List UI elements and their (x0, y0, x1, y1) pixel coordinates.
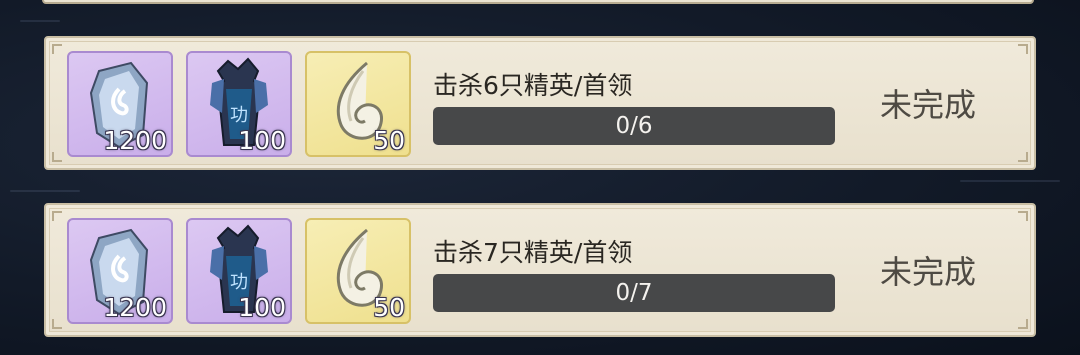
reward-slot[interactable]: 功 100 (186, 218, 292, 324)
reward-quantity: 100 (238, 293, 286, 322)
reward-slot[interactable]: 1200 (67, 51, 173, 157)
reward-quantity: 1200 (103, 293, 167, 322)
background-streak (960, 180, 1060, 182)
background-streak (10, 190, 80, 192)
reward-quantity: 1200 (103, 126, 167, 155)
reward-slot[interactable]: 50 (305, 218, 411, 324)
reward-slot[interactable]: 50 (305, 51, 411, 157)
task-title: 击杀7只精英/首领 (433, 238, 633, 267)
svg-text:功: 功 (230, 105, 248, 126)
progress-label: 0/7 (615, 280, 653, 306)
svg-text:功: 功 (230, 272, 248, 293)
reward-slot[interactable]: 功 100 (186, 51, 292, 157)
card-corner-ornament (52, 44, 62, 54)
card-corner-ornament (1018, 319, 1028, 329)
task-progress-bar: 0/6 (433, 107, 835, 145)
previous-task-card-edge (42, 0, 1034, 4)
reward-slot[interactable]: 1200 (67, 218, 173, 324)
progress-label: 0/6 (615, 113, 653, 139)
background-streak (20, 20, 60, 22)
task-progress-bar: 0/7 (433, 274, 835, 312)
card-corner-ornament (52, 211, 62, 221)
reward-quantity: 50 (373, 293, 405, 322)
task-card: 1200 功 100 50 击杀7只精英/首领 0/7 未完成 (44, 203, 1036, 337)
card-corner-ornament (52, 152, 62, 162)
card-corner-ornament (1018, 152, 1028, 162)
card-corner-ornament (1018, 211, 1028, 221)
card-corner-ornament (1018, 44, 1028, 54)
task-card: 1200 功 100 50 击杀6只精英/首领 0/6 未完成 (44, 36, 1036, 170)
reward-quantity: 100 (238, 126, 286, 155)
task-title: 击杀6只精英/首领 (433, 71, 633, 100)
card-corner-ornament (52, 319, 62, 329)
reward-quantity: 50 (373, 126, 405, 155)
task-status: 未完成 (879, 86, 976, 124)
task-status: 未完成 (879, 253, 976, 291)
